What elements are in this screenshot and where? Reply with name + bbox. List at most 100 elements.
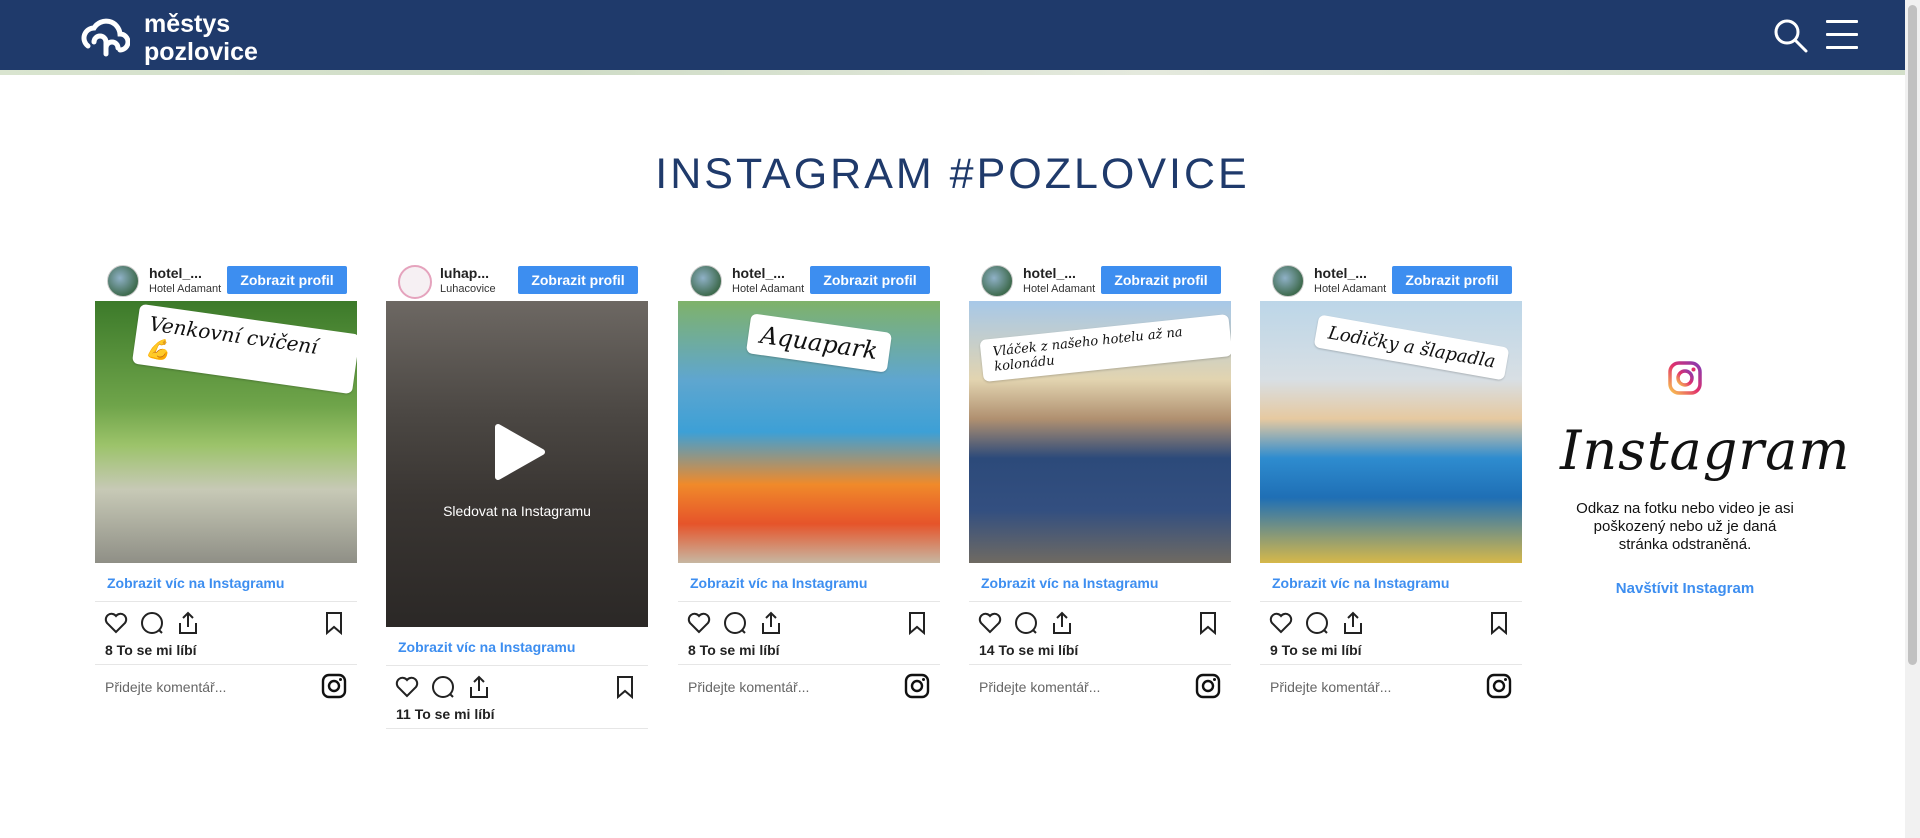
username[interactable]: luhap... [440,265,489,281]
menu-line [1826,33,1858,36]
instagram-card: hotel_... Hotel Adamant Zobrazit profil … [969,257,1231,709]
view-more-link[interactable]: Zobrazit víc na Instagramu [678,563,940,601]
bookmark-icon[interactable] [321,610,347,636]
instagram-icon[interactable] [1195,673,1221,699]
instagram-icon[interactable] [321,673,347,699]
view-profile-button[interactable]: Zobrazit profil [810,266,930,294]
search-icon[interactable] [1773,18,1809,54]
full-name: Hotel Adamant [732,283,805,295]
section-title: INSTAGRAM #POZLOVICE [655,150,1250,198]
avatar[interactable] [1272,265,1304,297]
logo-text: městys pozlovice [144,10,258,66]
instagram-card: luhap... Luhacovice Zobrazit profil Sled… [386,257,648,729]
comment-icon[interactable] [430,674,456,700]
logo-line-1: městys [144,10,231,38]
comment-input[interactable]: Přidejte komentář... [105,679,226,695]
comment-input[interactable]: Přidejte komentář... [688,679,809,695]
instagram-fallback-panel: Instagram Odkaz na fotku nebo video je a… [1560,360,1851,597]
post-sticker: Aquapark [745,313,893,373]
bookmark-icon[interactable] [904,610,930,636]
post-photo[interactable]: Vláček z našeho hotelu až na kolonádu [969,301,1231,563]
full-name: Hotel Adamant [1023,283,1096,295]
post-sticker: Venkovní cvičení 💪 [131,303,357,395]
heart-icon[interactable] [1268,610,1294,636]
play-icon[interactable] [486,421,548,483]
comment-icon[interactable] [722,610,748,636]
likes-count: 9 To se mi líbí [1260,642,1522,665]
card-header: hotel_... Hotel Adamant Zobrazit profil [95,257,357,301]
avatar[interactable] [981,265,1013,297]
instagram-card: hotel_... Hotel Adamant Zobrazit profil … [678,257,940,709]
view-more-link[interactable]: Zobrazit víc na Instagramu [1260,563,1522,601]
logo-line-2: pozlovice [144,38,258,66]
comment-row: Přidejte komentář... [678,665,940,709]
visit-instagram-link[interactable]: Navštívit Instagram [1560,580,1810,597]
hamburger-menu-icon[interactable] [1826,20,1858,50]
watch-on-instagram-text[interactable]: Sledovat na Instagramu [386,503,648,519]
comment-icon[interactable] [139,610,165,636]
full-name: Luhacovice [440,283,496,295]
likes-count: 11 To se mi líbí [386,706,648,729]
instagram-icon[interactable] [904,673,930,699]
instagram-wordmark: Instagram [1560,419,1851,482]
bookmark-icon[interactable] [612,674,638,700]
instagram-card: hotel_... Hotel Adamant Zobrazit profil … [95,257,357,709]
avatar[interactable] [107,265,139,297]
heart-icon[interactable] [977,610,1003,636]
post-actions [678,601,940,642]
likes-count: 8 To se mi líbí [95,642,357,665]
share-icon[interactable] [1340,610,1366,636]
post-actions [386,665,648,706]
post-photo[interactable]: Lodičky a šlapadla [1260,301,1522,563]
card-header: hotel_... Hotel Adamant Zobrazit profil [678,257,940,301]
comment-row: Přidejte komentář... [1260,665,1522,709]
share-icon[interactable] [1049,610,1075,636]
username[interactable]: hotel_... [1023,265,1076,281]
comment-input[interactable]: Přidejte komentář... [979,679,1100,695]
scrollbar[interactable] [1905,0,1920,838]
instagram-card: hotel_... Hotel Adamant Zobrazit profil … [1260,257,1522,709]
heart-icon[interactable] [394,674,420,700]
post-video[interactable]: Sledovat na Instagramu [386,301,648,627]
site-logo[interactable]: městys pozlovice [78,10,258,66]
share-icon[interactable] [758,610,784,636]
comment-input[interactable]: Přidejte komentář... [1270,679,1391,695]
post-actions [95,601,357,642]
post-photo[interactable]: Venkovní cvičení 💪 [95,301,357,563]
comment-row: Přidejte komentář... [969,665,1231,709]
instagram-logo-icon [1668,361,1702,395]
avatar[interactable] [690,265,722,297]
avatar[interactable] [398,265,432,299]
menu-line [1826,46,1858,49]
post-sticker: Lodičky a šlapadla [1313,314,1510,381]
likes-count: 14 To se mi líbí [969,642,1231,665]
view-profile-button[interactable]: Zobrazit profil [1101,266,1221,294]
comment-icon[interactable] [1304,610,1330,636]
scrollbar-thumb[interactable] [1908,5,1917,665]
post-photo[interactable]: Aquapark [678,301,940,563]
card-header: hotel_... Hotel Adamant Zobrazit profil [1260,257,1522,301]
view-profile-button[interactable]: Zobrazit profil [518,266,638,294]
comment-icon[interactable] [1013,610,1039,636]
instagram-icon[interactable] [1486,673,1512,699]
heart-icon[interactable] [103,610,129,636]
post-actions [1260,601,1522,642]
view-more-link[interactable]: Zobrazit víc na Instagramu [95,563,357,601]
map-strip [0,70,1905,75]
view-profile-button[interactable]: Zobrazit profil [227,266,347,294]
likes-count: 8 To se mi líbí [678,642,940,665]
view-more-link[interactable]: Zobrazit víc na Instagramu [969,563,1231,601]
bookmark-icon[interactable] [1486,610,1512,636]
view-profile-button[interactable]: Zobrazit profil [1392,266,1512,294]
username[interactable]: hotel_... [1314,265,1367,281]
username[interactable]: hotel_... [149,265,202,281]
menu-line [1826,20,1858,23]
username[interactable]: hotel_... [732,265,785,281]
heart-icon[interactable] [686,610,712,636]
view-more-link[interactable]: Zobrazit víc na Instagramu [386,627,648,665]
site-header: městys pozlovice [0,0,1905,70]
bookmark-icon[interactable] [1195,610,1221,636]
share-icon[interactable] [175,610,201,636]
cloud-logo-icon [81,18,130,57]
share-icon[interactable] [466,674,492,700]
